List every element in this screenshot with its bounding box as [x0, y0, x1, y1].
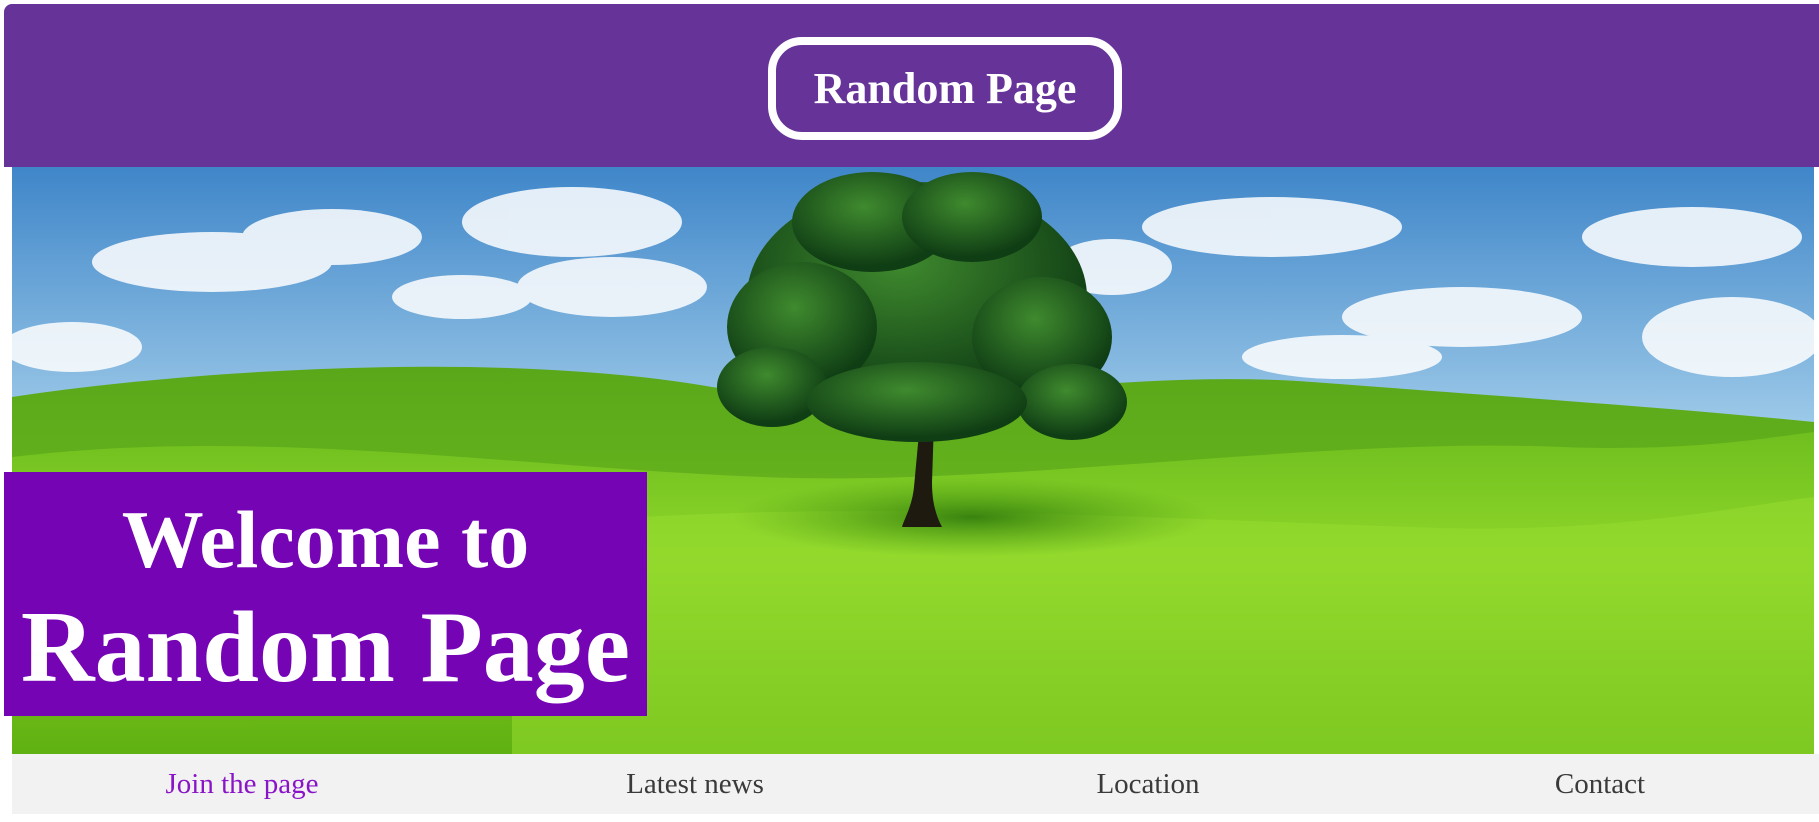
page: Random Page Welcome to Random Page Join … — [0, 0, 1819, 822]
welcome-line-2: Random Page — [20, 591, 631, 704]
welcome-banner: Welcome to Random Page — [4, 472, 647, 716]
welcome-line-1: Welcome to — [121, 494, 530, 585]
nav-join-the-page[interactable]: Join the page — [165, 766, 318, 802]
site-header: Random Page — [4, 4, 1819, 167]
nav-latest-news[interactable]: Latest news — [626, 766, 764, 802]
main-nav: Join the page Latest news Location Conta… — [12, 754, 1819, 814]
nav-contact[interactable]: Contact — [1555, 766, 1645, 802]
nav-location[interactable]: Location — [1096, 766, 1199, 802]
site-logo[interactable]: Random Page — [768, 37, 1122, 140]
